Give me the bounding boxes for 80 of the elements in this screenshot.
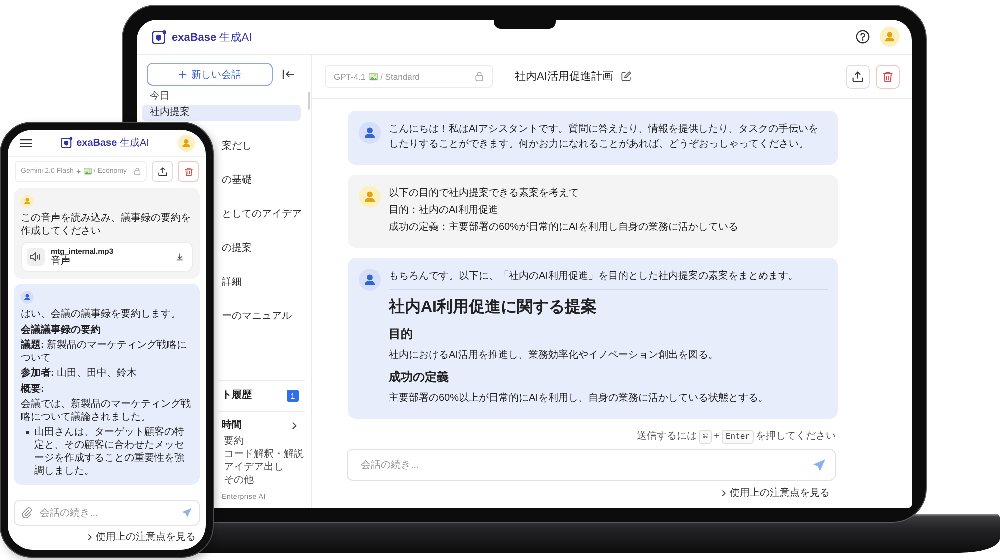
keyboard-key: ⌘ [699, 430, 712, 444]
avatar-icon [21, 195, 34, 208]
file-type: 音声 [51, 256, 71, 267]
conversation-item[interactable]: 案だし [218, 139, 301, 155]
trash-icon [184, 166, 194, 176]
shortcut-item[interactable]: コード解釈・解説 [224, 448, 304, 461]
message-text: もちろんです。以下に、「社内のAI利用促進」を目的とした社内提案の素案をまとめます。 [389, 270, 800, 284]
notice-link[interactable]: 使用上の注意点を見る [722, 487, 830, 500]
history-label[interactable]: ト履歴 [222, 390, 252, 402]
conversation-item[interactable]: ーのマニュアル [218, 309, 301, 325]
shortcut-item[interactable]: 要約 [224, 435, 244, 448]
lock-icon [134, 167, 141, 176]
message-text: 成功の定義：主要部署の60%が日常的にAIを利用し自身の業務に活かしている [389, 220, 740, 235]
hint-text: を押してください [756, 430, 836, 444]
message-text: この音声を読み込み、議事録の要約を作成してください [21, 212, 192, 238]
message-heading: 社内AI利用促進に関する提案 [389, 298, 598, 318]
app-logo-text: exaBase 生成AI [172, 30, 252, 44]
avatar-icon [359, 269, 381, 291]
shortcut-item[interactable]: その他 [224, 474, 254, 487]
sparkle-icon [76, 168, 82, 174]
camera-notch [494, 20, 556, 29]
hint-text: 送信するには [637, 430, 698, 444]
message-text: 議題: 新製品のマーケティング戦略について [21, 339, 188, 365]
conversation-item[interactable]: の基礎 [218, 173, 301, 189]
avatar-icon [359, 122, 381, 144]
collapse-sidebar-icon[interactable] [282, 69, 295, 80]
count-badge: 1 [287, 390, 299, 402]
download-icon[interactable] [176, 253, 184, 261]
keyboard-key: Enter [722, 430, 754, 444]
chat-title: 社内AI活用促進計画 [515, 70, 614, 84]
bold-label: 会議議事録の要約 [21, 324, 102, 337]
message-text: 主要部署の60%以上が日常的にAIを利用し、自身の業務に活かしている状態とする。 [389, 392, 770, 406]
conversation-item[interactable]: としてのアイデア [218, 207, 301, 223]
message-text: 社内におけるAI活用を推進し、業務効率化やイノベーション創出を図る。 [389, 348, 720, 363]
new-chat-button[interactable]: 新しい会話 [147, 63, 273, 86]
lock-icon [475, 71, 484, 82]
delete-button[interactable] [876, 64, 900, 88]
message-text: 目的：社内のAI利用促進 [389, 204, 500, 218]
share-button[interactable] [846, 64, 870, 88]
image-icon [368, 72, 378, 80]
conversation-item[interactable]: 社内提案 [142, 105, 301, 121]
message-input[interactable]: 会話の続き... [14, 500, 200, 526]
image-icon [84, 168, 92, 175]
conversation-item[interactable]: の提案 [218, 241, 301, 257]
share-button[interactable] [152, 161, 173, 182]
section-heading: 目的 [389, 326, 414, 342]
message-text: 会議では、新製品のマーケティング戦略について議論されました。 [21, 398, 192, 424]
help-icon[interactable] [856, 30, 870, 44]
speaker-icon [27, 248, 45, 266]
message-text: はい、会議の議事録を要約します。 [21, 308, 182, 321]
chevron-right-icon [722, 490, 726, 497]
section-label: 今日 [150, 91, 170, 103]
menu-icon[interactable] [20, 138, 32, 148]
app-logo-text: exaBase 生成AI [76, 136, 150, 150]
chevron-right-icon[interactable] [292, 422, 297, 430]
message-text: 以下の目的で社内提案できる素案を考えて [389, 186, 580, 201]
plus-sign: + [714, 430, 720, 444]
edit-icon[interactable] [621, 71, 632, 82]
message-text: 参加者: 山田、田中、鈴木 [21, 367, 138, 380]
upload-icon [852, 70, 864, 82]
delete-button[interactable] [178, 161, 199, 182]
bold-label: 概要: [21, 383, 46, 396]
trash-icon [882, 70, 894, 82]
message-text: こんにちは！私はAIアシスタントです。質問に答えたり、情報を提供したり、タスクの手伝いをしたりすることができます。何かお力になれることがあれば、どうぞおっしゃってください。 [389, 122, 820, 152]
avatar-icon [359, 186, 381, 208]
chevron-right-icon [88, 534, 92, 541]
paperclip-icon[interactable] [22, 507, 32, 518]
shortcut-item[interactable]: アイデア出し [224, 461, 284, 474]
plus-icon [178, 70, 186, 78]
bullet-text: 山田さんは、ターゲット顧客の特定と、その顧客に合わせたメッセージを作成することの重要性を強調しました。 [34, 426, 186, 478]
conversation-item[interactable]: 詳細 [218, 275, 301, 291]
shield-logo-icon [60, 137, 73, 149]
section-heading: 成功の定義 [389, 369, 450, 385]
upload-icon [158, 166, 168, 176]
avatar-icon [21, 291, 34, 304]
shortcuts-label[interactable]: 時間 [222, 420, 242, 432]
notice-link[interactable]: 使用上の注意点を見る [88, 531, 196, 544]
message-input[interactable]: 会話の続き... [347, 449, 836, 481]
shield-logo-icon [152, 30, 167, 44]
bullet-icon [26, 431, 30, 434]
